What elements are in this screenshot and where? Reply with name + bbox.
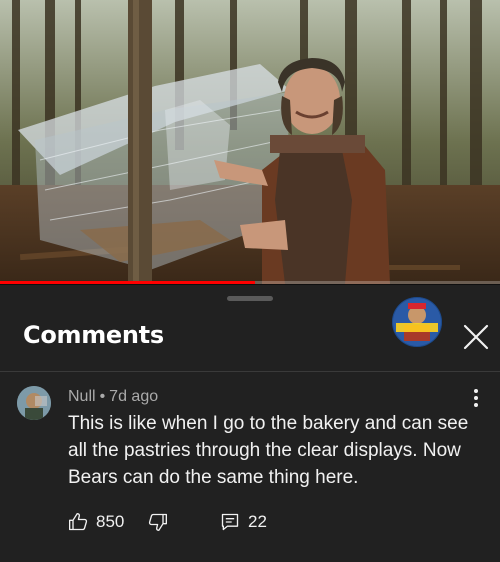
like-count: 850 [96, 512, 125, 531]
commenter-avatar[interactable] [17, 386, 51, 420]
comment-time: 7d ago [109, 388, 159, 405]
more-vert-icon [474, 389, 478, 393]
reply-count: 22 [248, 512, 267, 531]
thumbs-down-icon [148, 513, 167, 531]
dislike-button[interactable] [148, 512, 168, 532]
like-button[interactable]: 850 [68, 512, 124, 532]
close-icon [463, 324, 489, 350]
reply-icon [221, 513, 239, 531]
reply-button[interactable]: 22 [220, 512, 267, 532]
meta-separator: • [99, 388, 106, 405]
sheet-title: Comments [23, 321, 164, 349]
comment-author[interactable]: Null [68, 388, 96, 405]
video-player[interactable] [0, 0, 500, 284]
comments-sheet: Comments Null • 7d ago This is like when… [0, 285, 500, 562]
close-button[interactable] [458, 319, 494, 355]
channel-avatar[interactable] [392, 297, 442, 347]
comment-text: This is like when I go to the bakery and… [68, 413, 469, 488]
comment-meta: Null • 7d ago [68, 388, 158, 406]
video-progress-fill [0, 281, 255, 284]
video-frame [0, 0, 500, 284]
video-progress-bar[interactable] [0, 281, 500, 284]
drag-handle[interactable] [227, 296, 273, 301]
channel-logo-icon [392, 297, 442, 347]
comment-actions: 850 22 [68, 512, 488, 542]
comment-item: Null • 7d ago This is like when I go to th… [0, 380, 500, 560]
more-options-button[interactable] [464, 384, 488, 412]
thumbs-up-icon [69, 513, 88, 531]
commenter-avatar-icon [17, 386, 51, 420]
header-divider [0, 371, 500, 372]
